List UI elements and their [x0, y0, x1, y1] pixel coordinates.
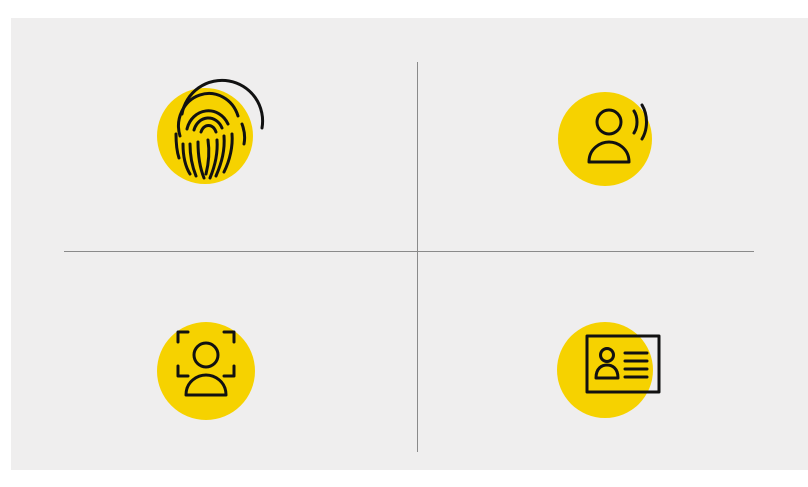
- face-scan-icon: [157, 322, 255, 420]
- fingerprint-tile: [150, 78, 275, 194]
- voice-recognition-tile: [555, 92, 665, 192]
- id-card-icon: [557, 322, 661, 418]
- id-card-tile: [557, 322, 667, 422]
- biometric-icons-panel: [11, 18, 808, 470]
- fingerprint-icon: [157, 78, 265, 184]
- vertical-divider: [417, 62, 418, 452]
- horizontal-divider: [64, 251, 754, 252]
- face-scan-tile: [156, 322, 261, 422]
- voice-recognition-icon: [558, 92, 652, 186]
